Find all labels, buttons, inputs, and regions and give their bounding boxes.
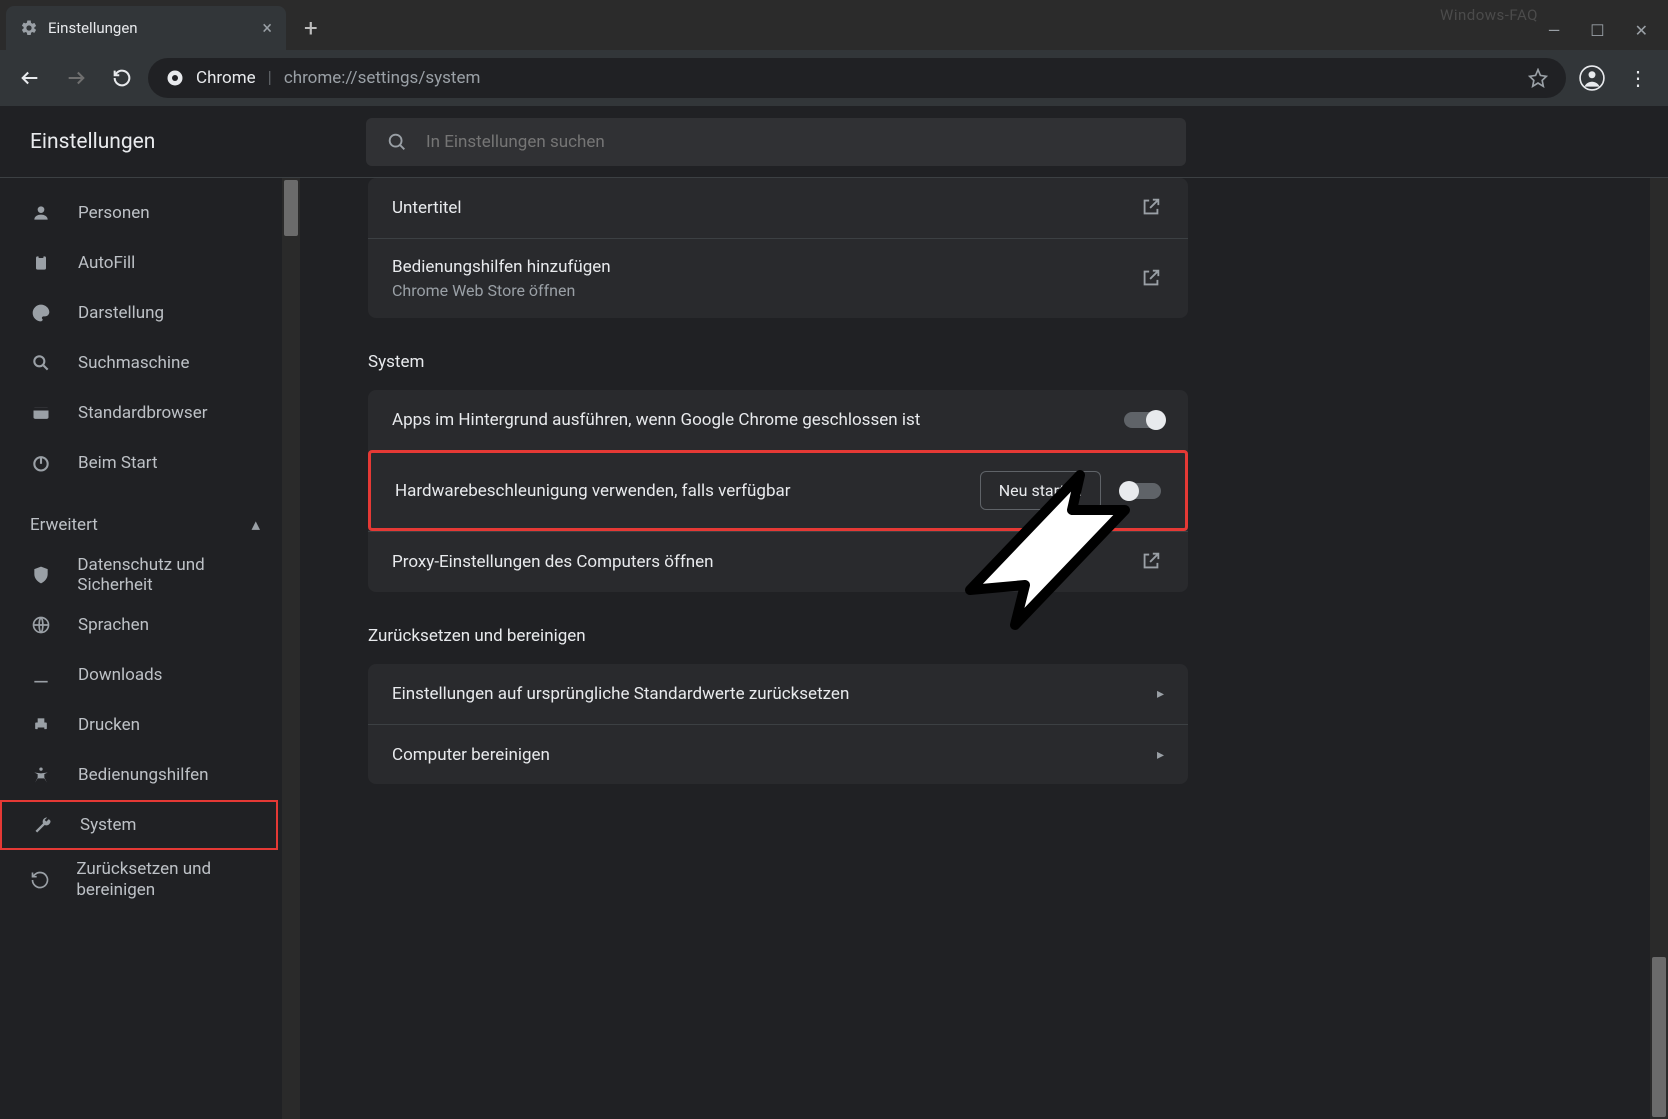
sidebar-item-label: Bedienungshilfen [78, 765, 209, 785]
open-external-icon [1140, 267, 1164, 291]
row-untertitel[interactable]: Untertitel [368, 178, 1188, 238]
close-tab-icon[interactable]: × [262, 18, 272, 39]
row-proxy-settings[interactable]: Proxy-Einstellungen des Computers öffnen [368, 531, 1188, 592]
settings-search[interactable] [366, 118, 1186, 166]
sidebar-item-sprachen[interactable]: Sprachen [0, 600, 278, 650]
address-scheme: Chrome [196, 68, 256, 88]
address-bar[interactable]: Chrome | chrome://settings/system [148, 58, 1566, 98]
sidebar-item-suchmaschine[interactable]: Suchmaschine [0, 338, 278, 388]
shield-icon [30, 564, 51, 586]
new-tab-button[interactable]: + [286, 6, 336, 50]
chevron-up-icon: ▴ [251, 515, 260, 535]
sidebar-item-label: Standardbrowser [78, 403, 207, 423]
sidebar-item-zuruecksetzen[interactable]: Zurücksetzen und bereinigen [0, 850, 278, 910]
search-input[interactable] [426, 132, 1166, 152]
clipboard-icon [30, 252, 52, 274]
toggle-background-apps[interactable] [1124, 412, 1164, 428]
sidebar-item-datenschutz[interactable]: Datenschutz und Sicherheit [0, 550, 278, 600]
system-card: Apps im Hintergrund ausführen, wenn Goog… [368, 390, 1188, 592]
open-external-icon [1140, 196, 1164, 220]
reset-card: Einstellungen auf ursprüngliche Standard… [368, 664, 1188, 784]
browser-icon [30, 402, 52, 424]
sidebar-item-label: Drucken [78, 715, 140, 735]
sidebar-item-label: Beim Start [78, 453, 158, 473]
sidebar-item-label: Suchmaschine [78, 353, 189, 373]
power-icon [30, 452, 52, 474]
gear-icon [20, 19, 38, 37]
sidebar-item-label: Datenschutz und Sicherheit [77, 555, 278, 595]
sidebar-item-label: Personen [78, 203, 150, 223]
section-title-system: System [368, 352, 1188, 372]
section-title-reset: Zurücksetzen und bereinigen [368, 626, 1188, 646]
kebab-menu-icon[interactable]: ⋮ [1618, 58, 1658, 98]
sidebar-item-beimstart[interactable]: Beim Start [0, 438, 278, 488]
sidebar-item-bedienungshilfen[interactable]: Bedienungshilfen [0, 750, 278, 800]
person-icon [30, 202, 52, 224]
content-scrollbar[interactable] [1650, 178, 1668, 1119]
sidebar-item-label: Erweitert [30, 515, 98, 535]
row-background-apps[interactable]: Apps im Hintergrund ausführen, wenn Goog… [368, 390, 1188, 450]
chrome-site-icon [166, 69, 184, 87]
watermark: Windows-FAQ [1440, 6, 1538, 24]
sidebar-item-drucken[interactable]: Drucken [0, 700, 278, 750]
reload-button[interactable] [102, 58, 142, 98]
restore-icon [30, 869, 50, 891]
forward-button[interactable] [56, 58, 96, 98]
back-button[interactable] [10, 58, 50, 98]
printer-icon [30, 714, 52, 736]
sidebar-item-label: Downloads [78, 665, 162, 685]
toggle-hardware-acceleration[interactable] [1121, 483, 1161, 499]
settings-header: Einstellungen [0, 106, 1668, 178]
palette-icon [30, 302, 52, 324]
browser-toolbar: Chrome | chrome://settings/system ⋮ [0, 50, 1668, 106]
tab-title: Einstellungen [48, 19, 138, 37]
sidebar-item-label: AutoFill [78, 253, 135, 273]
sidebar: Personen AutoFill Darstellung Suchmaschi… [0, 178, 300, 1119]
restart-button[interactable]: Neu starten [980, 471, 1101, 510]
row-hardware-acceleration[interactable]: Hardwarebeschleunigung verwenden, falls … [368, 450, 1188, 531]
sidebar-item-darstellung[interactable]: Darstellung [0, 288, 278, 338]
chevron-right-icon: ▸ [1157, 747, 1164, 763]
sidebar-advanced-toggle[interactable]: Erweitert ▴ [0, 500, 278, 550]
globe-icon [30, 614, 52, 636]
window-close-icon[interactable]: ✕ [1635, 21, 1648, 40]
window-maximize-icon[interactable]: ☐ [1590, 21, 1604, 40]
address-url: chrome://settings/system [284, 68, 481, 88]
search-icon [30, 352, 52, 374]
sidebar-scrollbar[interactable] [282, 178, 300, 1119]
page-title: Einstellungen [30, 130, 358, 154]
search-icon [386, 131, 408, 153]
sidebar-item-system[interactable]: System [0, 800, 278, 850]
accessibility-card: Untertitel Bedienungshilfen hinzufügen C… [368, 178, 1188, 318]
sidebar-item-autofill[interactable]: AutoFill [0, 238, 278, 288]
profile-button[interactable] [1572, 58, 1612, 98]
row-cleanup-computer[interactable]: Computer bereinigen ▸ [368, 724, 1188, 784]
sidebar-item-downloads[interactable]: Downloads [0, 650, 278, 700]
download-icon [30, 664, 52, 686]
sidebar-item-personen[interactable]: Personen [0, 188, 278, 238]
open-external-icon [1140, 550, 1164, 574]
accessibility-icon [30, 764, 52, 786]
sidebar-item-standardbrowser[interactable]: Standardbrowser [0, 388, 278, 438]
wrench-icon [32, 814, 54, 836]
bookmark-star-icon[interactable] [1528, 68, 1548, 88]
row-bedienungshilfen-hinzufuegen[interactable]: Bedienungshilfen hinzufügen Chrome Web S… [368, 238, 1188, 318]
browser-tab[interactable]: Einstellungen × [6, 6, 286, 50]
sidebar-item-label: Zurücksetzen und bereinigen [76, 859, 278, 902]
window-titlebar: Einstellungen × + — ☐ ✕ [0, 0, 1668, 50]
window-minimize-icon[interactable]: — [1548, 21, 1561, 40]
sidebar-item-label: System [80, 815, 136, 835]
sidebar-item-label: Darstellung [78, 303, 164, 323]
sidebar-item-label: Sprachen [78, 615, 149, 635]
chevron-right-icon: ▸ [1157, 686, 1164, 702]
row-reset-defaults[interactable]: Einstellungen auf ursprüngliche Standard… [368, 664, 1188, 724]
